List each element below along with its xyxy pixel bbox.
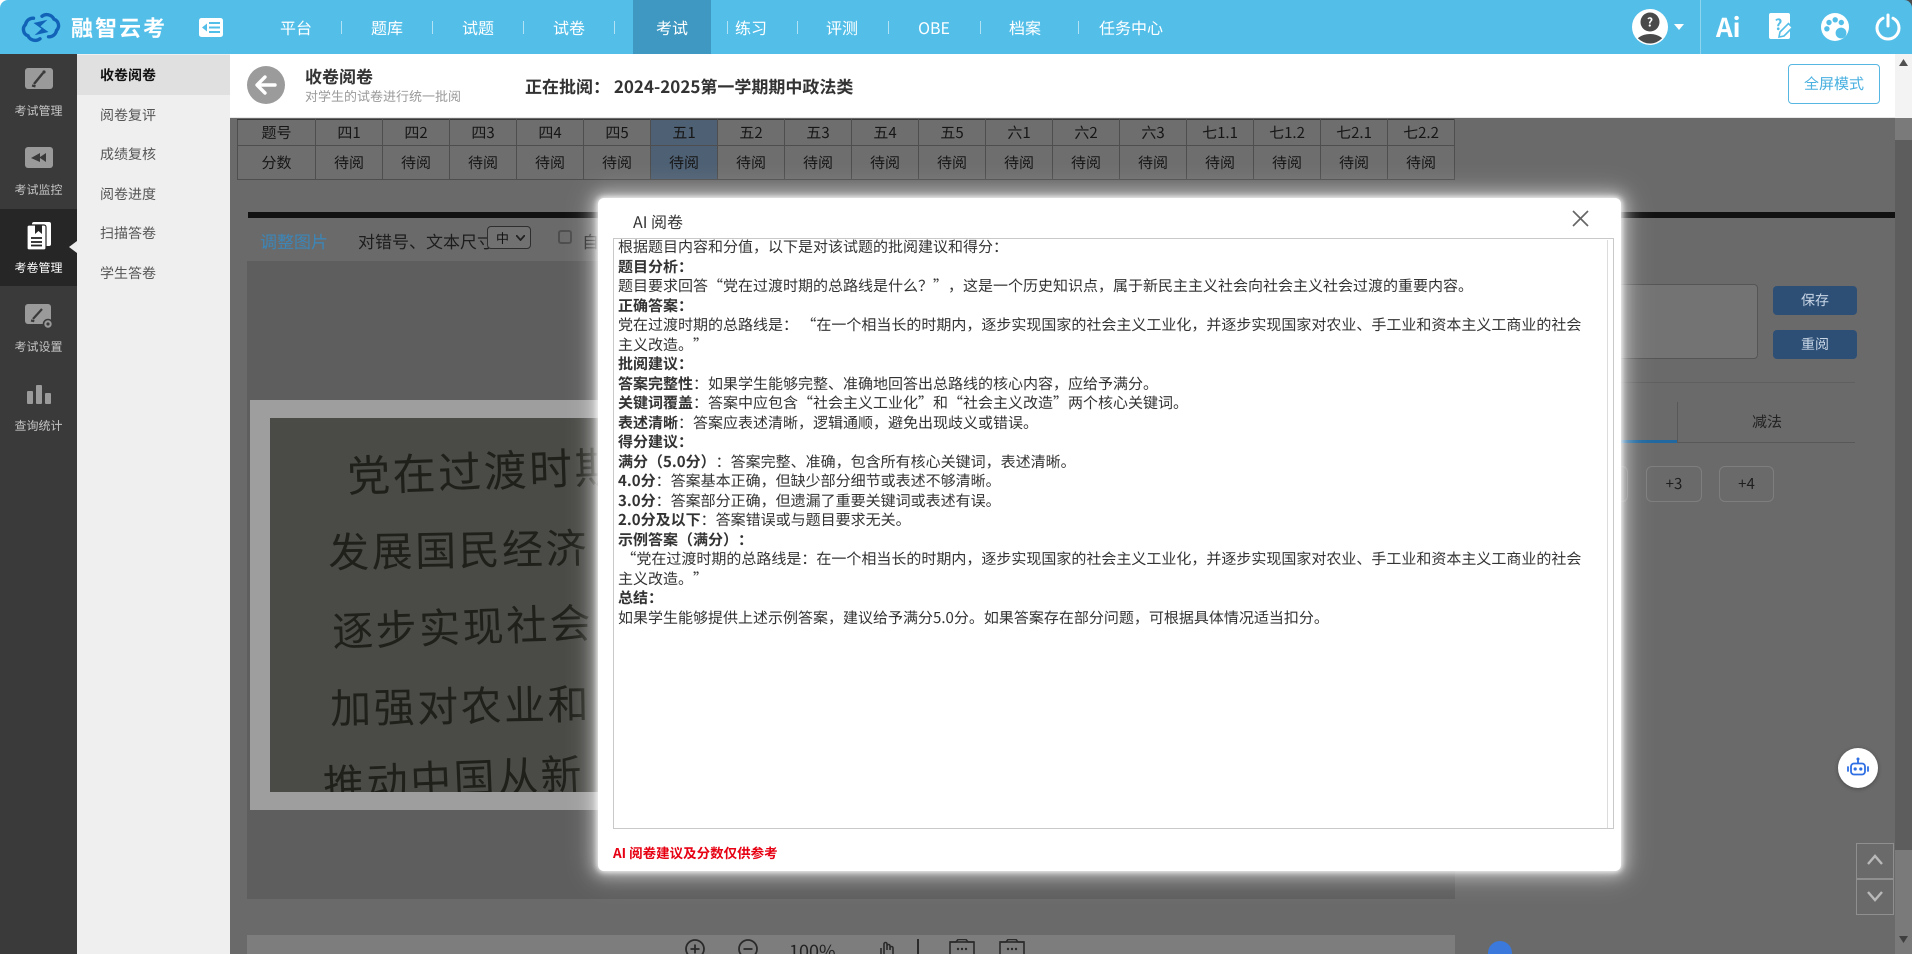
svg-text:?: ? bbox=[1647, 14, 1653, 31]
